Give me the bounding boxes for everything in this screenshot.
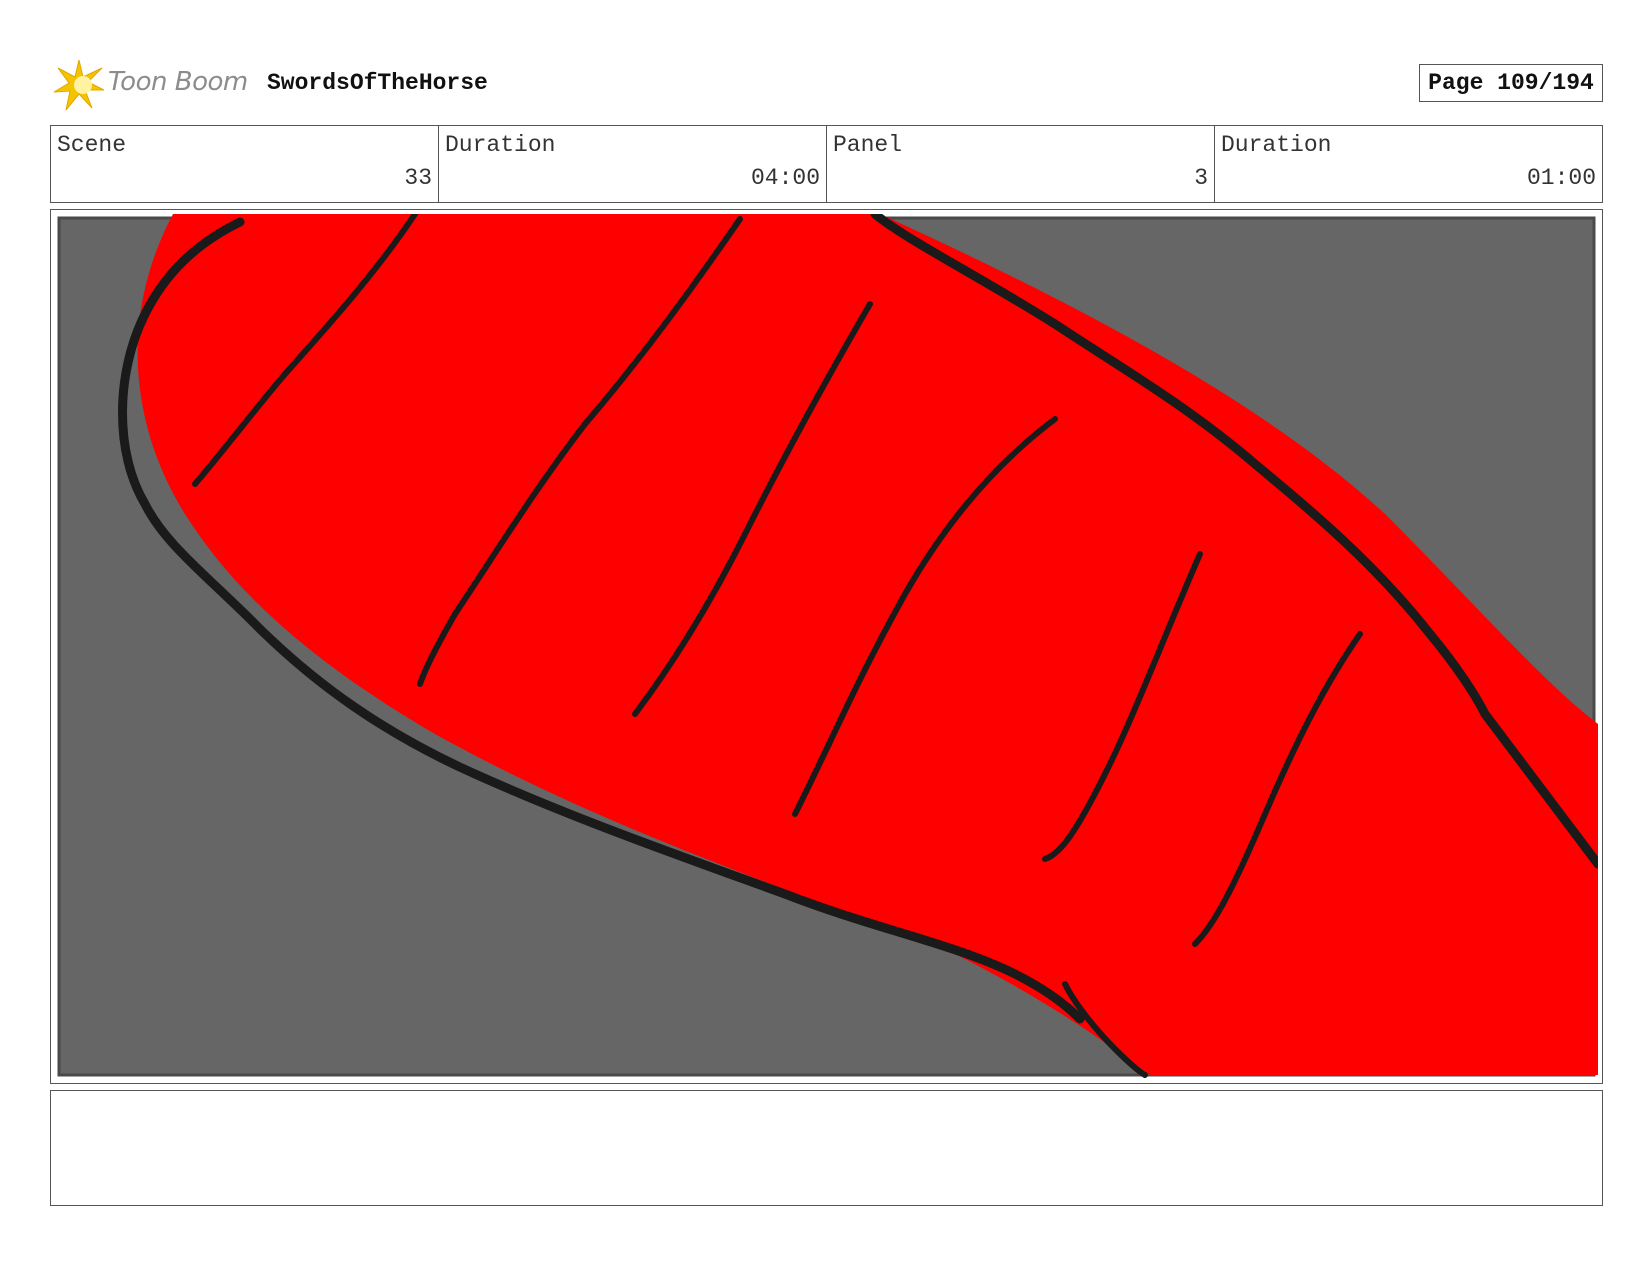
scene-value: 33 xyxy=(404,165,432,191)
storyboard-panel-image xyxy=(55,214,1598,1079)
project-title: SwordsOfTheHorse xyxy=(267,70,488,96)
scene-duration-value: 04:00 xyxy=(750,165,820,191)
panel-duration-value: 01:00 xyxy=(1526,165,1596,191)
scene-info-table: Scene 33 Duration 04:00 Panel 3 Duration… xyxy=(50,125,1603,203)
star-burst-icon xyxy=(53,59,105,111)
panel-value: 3 xyxy=(1194,165,1208,191)
panel-duration-label: Duration xyxy=(1221,132,1332,158)
panel-notes-box xyxy=(50,1090,1603,1206)
storyboard-panel-frame xyxy=(50,209,1603,1084)
page-number: Page 109/194 xyxy=(1419,64,1603,102)
scene-label: Scene xyxy=(57,132,127,158)
scene-cell: Scene 33 xyxy=(51,126,439,202)
scene-duration-cell: Duration 04:00 xyxy=(439,126,827,202)
panel-notes-text xyxy=(51,1091,1602,1111)
panel-drawing xyxy=(55,214,1598,1079)
logo-text: Toon Boom xyxy=(108,67,248,97)
panel-label: Panel xyxy=(833,132,903,158)
scene-duration-label: Duration xyxy=(445,132,556,158)
panel-cell: Panel 3 xyxy=(827,126,1215,202)
toon-boom-logo: Toon Boom xyxy=(52,58,252,112)
panel-duration-cell: Duration 01:00 xyxy=(1215,126,1602,202)
